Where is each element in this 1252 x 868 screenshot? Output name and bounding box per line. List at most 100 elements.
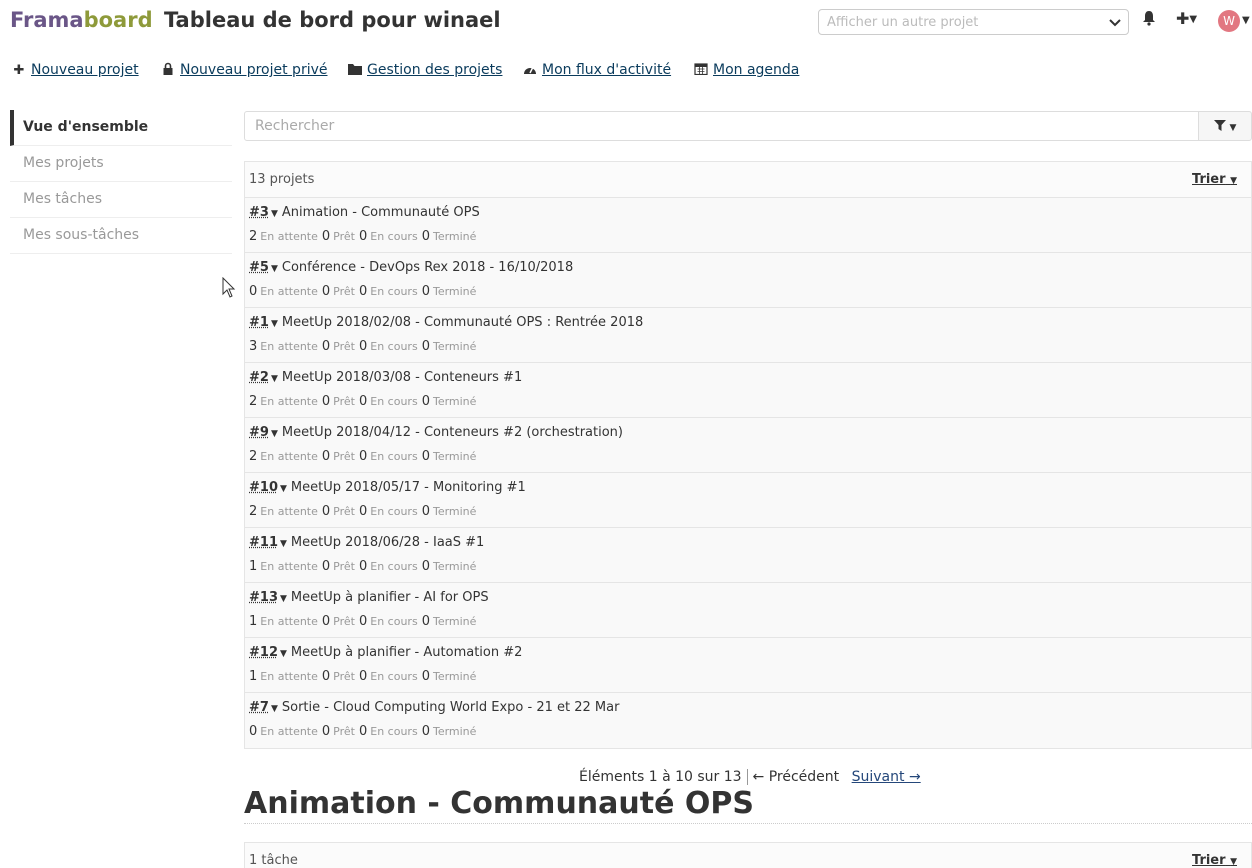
project-id-dropdown[interactable]: #10 <box>249 480 278 495</box>
label-in-progress: En cours <box>370 560 418 573</box>
project-id-dropdown[interactable]: #9 <box>249 425 269 440</box>
project-id-dropdown[interactable]: #13 <box>249 590 278 605</box>
project-id-dropdown[interactable]: #5 <box>249 260 269 275</box>
label-ready: Prêt <box>333 395 355 408</box>
project-name[interactable]: MeetUp 2018/03/08 - Conteneurs #1 <box>282 370 522 385</box>
lock-icon <box>163 62 173 75</box>
project-name[interactable]: MeetUp à planifier - AI for OPS <box>291 590 489 605</box>
header: Framaboard Tableau de bord pour winael A… <box>0 0 1252 44</box>
project-status-counts: 3 En attente 0 Prêt 0 En cours 0 Terminé <box>249 339 1247 354</box>
label-ready: Prêt <box>333 230 355 243</box>
label-in-progress: En cours <box>370 505 418 518</box>
project-select-placeholder: Afficher un autre projet <box>827 15 979 30</box>
projects-count: 13 projets <box>249 172 315 187</box>
sidebar-item-my-projects[interactable]: Mes projets <box>10 146 232 182</box>
count-in-progress: 0 <box>358 394 368 409</box>
label-ready: Prêt <box>333 340 355 353</box>
label-ready: Prêt <box>333 725 355 738</box>
search-input[interactable]: Rechercher <box>244 111 1199 141</box>
count-in-progress: 0 <box>358 724 368 739</box>
count-in-progress: 0 <box>358 669 368 684</box>
caret-down-icon[interactable]: ▼ <box>271 319 278 329</box>
label-waiting: En attente <box>260 450 318 463</box>
label-in-progress: En cours <box>370 670 418 683</box>
new-private-project-link[interactable]: Nouveau projet privé <box>180 62 328 78</box>
project-title-line: #13 ▼ MeetUp à planifier - AI for OPS <box>249 587 1247 609</box>
table-row: #10 ▼ MeetUp 2018/05/17 - Monitoring #1 2 En… <box>245 473 1251 528</box>
sidebar-item-overview[interactable]: Vue d'ensemble <box>10 110 232 146</box>
project-status-counts: 1 En attente 0 Prêt 0 En cours 0 Terminé <box>249 669 1247 684</box>
count-waiting: 0 <box>249 284 258 299</box>
project-id-dropdown[interactable]: #3 <box>249 205 269 220</box>
project-select[interactable]: Afficher un autre projet <box>818 9 1129 35</box>
project-status-counts: 1 En attente 0 Prêt 0 En cours 0 Terminé <box>249 559 1247 574</box>
caret-down-icon[interactable]: ▼ <box>280 649 287 659</box>
caret-down-icon[interactable]: ▼ <box>1242 15 1250 26</box>
calendar-link[interactable]: Mon agenda <box>713 62 799 78</box>
label-in-progress: En cours <box>370 615 418 628</box>
caret-down-icon[interactable]: ▼ <box>271 264 278 274</box>
label-done: Terminé <box>432 725 477 738</box>
bell-icon[interactable] <box>1142 10 1156 26</box>
label-ready: Prêt <box>333 670 355 683</box>
count-ready: 0 <box>321 394 331 409</box>
projects-table: 13 projets Trier ▼ #3 ▼ Animation - Commun… <box>244 161 1252 749</box>
new-project-link[interactable]: Nouveau projet <box>31 62 139 78</box>
caret-down-icon: ▼ <box>1229 123 1237 133</box>
project-name[interactable]: MeetUp 2018/04/12 - Conteneurs #2 (orche… <box>282 425 623 440</box>
plus-menu-button[interactable]: ✚▼ <box>1176 9 1197 28</box>
caret-down-icon[interactable]: ▼ <box>271 429 278 439</box>
caret-down-icon[interactable]: ▼ <box>280 484 287 494</box>
count-waiting: 2 <box>249 449 258 464</box>
caret-down-icon[interactable]: ▼ <box>271 704 278 714</box>
caret-down-icon[interactable]: ▼ <box>280 594 287 604</box>
label-waiting: En attente <box>260 340 318 353</box>
project-status-counts: 2 En attente 0 Prêt 0 En cours 0 Terminé <box>249 394 1247 409</box>
count-waiting: 1 <box>249 614 258 629</box>
project-name[interactable]: Sortie - Cloud Computing World Expo - 21… <box>282 700 620 715</box>
brand-frama[interactable]: Frama <box>10 8 84 32</box>
label-waiting: En attente <box>260 285 318 298</box>
caret-down-icon[interactable]: ▼ <box>280 539 287 549</box>
brand-board[interactable]: board <box>84 8 153 32</box>
label-waiting: En attente <box>260 560 318 573</box>
project-id-dropdown[interactable]: #2 <box>249 370 269 385</box>
filter-button[interactable]: ▼ <box>1198 111 1252 141</box>
project-status-counts: 2 En attente 0 Prêt 0 En cours 0 Terminé <box>249 449 1247 464</box>
project-id-dropdown[interactable]: #1 <box>249 315 269 330</box>
sidebar-item-my-subtasks[interactable]: Mes sous-tâches <box>10 218 232 254</box>
project-name[interactable]: MeetUp 2018/05/17 - Monitoring #1 <box>291 480 526 495</box>
sort-button[interactable]: Trier ▼ <box>1192 172 1237 187</box>
count-ready: 0 <box>321 229 331 244</box>
sort-button[interactable]: Trier ▼ <box>1192 853 1237 868</box>
project-id-dropdown[interactable]: #7 <box>249 700 269 715</box>
count-done: 0 <box>421 614 430 629</box>
project-name[interactable]: Conférence - DevOps Rex 2018 - 16/10/201… <box>282 260 573 275</box>
brand-title: Framaboard Tableau de bord pour winael <box>10 8 501 32</box>
count-in-progress: 0 <box>358 284 368 299</box>
project-name[interactable]: Animation - Communauté OPS <box>282 205 480 220</box>
label-waiting: En attente <box>260 395 318 408</box>
caret-down-icon[interactable]: ▼ <box>271 374 278 384</box>
manage-projects-link[interactable]: Gestion des projets <box>367 62 502 78</box>
label-ready: Prêt <box>333 615 355 628</box>
pagination: Éléments 1 à 10 sur 13 ← Précédent Suivan… <box>579 769 921 785</box>
table-row: #12 ▼ MeetUp à planifier - Automation #2 1 E… <box>245 638 1251 693</box>
pagination-next[interactable]: Suivant → <box>852 769 921 785</box>
activity-stream-link[interactable]: Mon flux d'activité <box>542 62 671 78</box>
table-row: #2 ▼ MeetUp 2018/03/08 - Conteneurs #1 2 En … <box>245 363 1251 418</box>
project-name[interactable]: MeetUp à planifier - Automation #2 <box>291 645 523 660</box>
caret-down-icon[interactable]: ▼ <box>271 209 278 219</box>
avatar[interactable]: W <box>1218 10 1240 32</box>
project-status-counts: 2 En attente 0 Prêt 0 En cours 0 Terminé <box>249 229 1247 244</box>
project-id-dropdown[interactable]: #11 <box>249 535 278 550</box>
project-id-dropdown[interactable]: #12 <box>249 645 278 660</box>
count-ready: 0 <box>321 504 331 519</box>
project-name[interactable]: MeetUp 2018/02/08 - Communauté OPS : Ren… <box>282 315 643 330</box>
project-name[interactable]: MeetUp 2018/06/28 - IaaS #1 <box>291 535 484 550</box>
count-done: 0 <box>421 394 430 409</box>
count-in-progress: 0 <box>358 559 368 574</box>
sidebar-item-my-tasks[interactable]: Mes tâches <box>10 182 232 218</box>
count-waiting: 1 <box>249 559 258 574</box>
label-ready: Prêt <box>333 285 355 298</box>
